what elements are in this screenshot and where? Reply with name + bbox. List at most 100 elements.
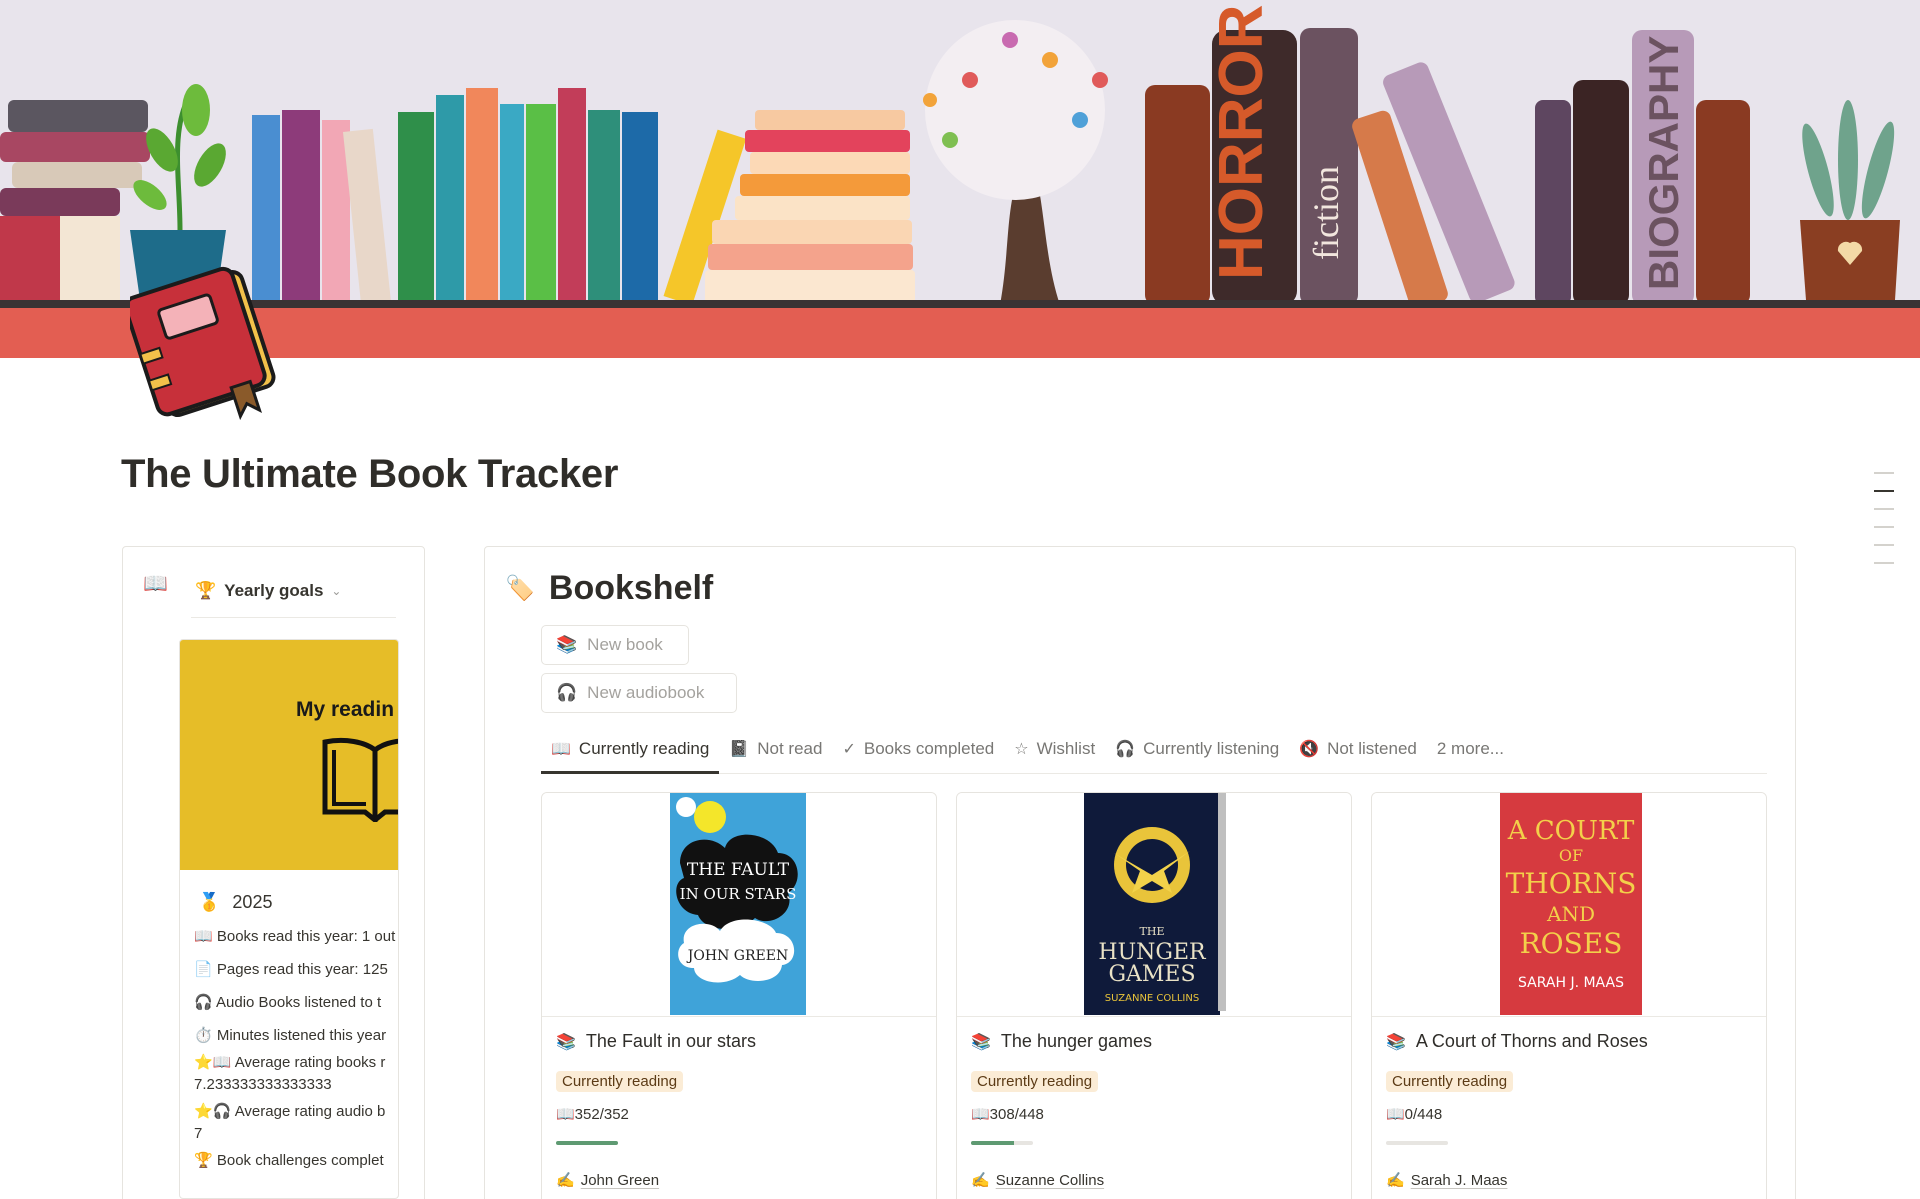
tab-currently-reading[interactable]: 📖 Currently reading (541, 724, 720, 774)
book-cover-image: A COURT OF THORNS AND ROSES SARAH J. MAA… (1500, 793, 1642, 1015)
progress-bar (556, 1141, 618, 1145)
tab-label: Wishlist (1036, 738, 1096, 758)
cover-title-line4: AND (1546, 902, 1595, 926)
tab-books-completed[interactable]: ✓ Books completed (832, 725, 1004, 773)
yearly-goals-panel: 📖 🏆 Yearly goals ⌄ My readin 🥇 2025 📖 Bo… (122, 546, 425, 1199)
trophy-icon: 🏆 (195, 581, 217, 600)
books-icon: 📚 (556, 635, 578, 654)
book-tree (923, 20, 1108, 305)
table-of-contents[interactable] (1874, 472, 1896, 580)
yearly-goals-label: Yearly goals (224, 581, 324, 600)
goal-cover-text: My readin (296, 698, 395, 721)
stat-books-read: 📖 Books read this year: 1 out (194, 928, 396, 945)
author-name[interactable]: Sarah J. Maas (1411, 1172, 1508, 1189)
tab-not-listened[interactable]: 🔇 Not listened (1289, 725, 1427, 773)
new-book-button[interactable]: 📚 New book (541, 625, 689, 665)
tab-label: Currently listening (1143, 738, 1280, 758)
book-card[interactable]: THE FAULT IN OUR STARS JOHN GREEN 📚 The … (541, 792, 937, 1199)
headphones-icon: 🎧 (556, 683, 578, 702)
pages-progress-text: 📖0/448 (1386, 1106, 1443, 1123)
book-cover-image: THE FAULT IN OUR STARS JOHN GREEN (670, 793, 806, 1015)
book-row-2: HORROR fiction BIOGRAPHY (1145, 4, 1750, 305)
book-card[interactable]: THE HUNGER GAMES SUZANNE COLLINS 📚 The h… (956, 792, 1352, 1199)
book-card[interactable]: A COURT OF THORNS AND ROSES SARAH J. MAA… (1371, 792, 1767, 1199)
plant-right (1800, 100, 1900, 300)
cover-author: SUZANNE COLLINS (1105, 993, 1199, 1004)
open-book-illustration (322, 737, 398, 822)
progress-bar (971, 1141, 1033, 1145)
books-icon: 📚 (1386, 1033, 1406, 1051)
chevron-down-icon[interactable]: ⌄ (331, 584, 341, 598)
new-audiobook-label: New audiobook (587, 683, 705, 702)
writing-hand-icon: ✍️ (556, 1172, 575, 1189)
book-title[interactable]: 📚 The Fault in our stars (556, 1031, 756, 1052)
status-badge: Currently reading (1386, 1071, 1514, 1092)
tab-not-read[interactable]: 📓 Not read (719, 725, 832, 773)
progress-fill (556, 1141, 618, 1145)
open-book-icon: 📖 (143, 573, 168, 595)
tab-label: Not read (757, 738, 823, 758)
author-name[interactable]: Suzanne Collins (996, 1172, 1104, 1189)
stat-avg-rating-books-value: 7.233333333333333 (194, 1076, 332, 1093)
cover-title-line3: THORNS (1506, 867, 1637, 900)
tab-label: Currently reading (578, 738, 710, 758)
pages-progress-text: 📖352/352 (556, 1106, 629, 1123)
progress-bar (1386, 1141, 1448, 1145)
book-cover: THE FAULT IN OUR STARS JOHN GREEN (542, 793, 936, 1017)
goal-year: 🥇 2025 (198, 892, 272, 913)
cover-title-line2: OF (1559, 846, 1583, 865)
muted-icon: 🔇 (1299, 740, 1320, 758)
book-cover: THE HUNGER GAMES SUZANNE COLLINS (957, 793, 1351, 1017)
author-name[interactable]: John Green (581, 1172, 659, 1189)
tab-currently-listening[interactable]: 🎧 Currently listening (1105, 725, 1289, 773)
cover-title-line5: ROSES (1520, 927, 1623, 960)
banner-horror: HORROR (1207, 4, 1276, 280)
new-audiobook-button[interactable]: 🎧 New audiobook (541, 673, 737, 713)
status-badge: Currently reading (971, 1071, 1099, 1092)
book-title-text: The Fault in our stars (585, 1031, 756, 1051)
tab-more[interactable]: 2 more... (1427, 725, 1514, 773)
book-stack-left (0, 100, 150, 305)
cover-title-line2: IN OUR STARS (680, 885, 797, 903)
yearly-goal-card[interactable]: My readin 🥇 2025 📖 Books read this year:… (179, 639, 399, 1199)
red-book-icon[interactable] (130, 262, 290, 427)
goal-year-label: 2025 (232, 892, 273, 912)
goal-cover: My readin (180, 640, 398, 870)
bookshelf-title: Bookshelf (548, 569, 714, 607)
stat-audiobooks: 🎧 Audio Books listened to t (194, 994, 382, 1011)
cover-author: SARAH J. MAAS (1518, 975, 1624, 991)
tag-icon: 🏷️ (505, 575, 535, 602)
stat-pages-read: 📄 Pages read this year: 125 (194, 961, 388, 978)
progress-fill (971, 1141, 1014, 1145)
divider (191, 617, 396, 618)
book-title-text: The hunger games (1000, 1031, 1153, 1051)
bookshelf-illustration: HORROR fiction BIOGRAPHY (0, 4, 1900, 305)
check-icon: ✓ (842, 740, 856, 758)
bookshelf-panel: 🏷️ Bookshelf 📚 New book 🎧 New audiobook … (484, 546, 1796, 1199)
stat-minutes: ⏱️ Minutes listened this year (194, 1027, 387, 1044)
goal-stats: 📖 Books read this year: 1 out 📄 Pages re… (194, 926, 398, 1183)
yearly-goals-tab[interactable]: 🏆 Yearly goals ⌄ (195, 581, 341, 601)
cover-author: JOHN GREEN (686, 948, 788, 964)
tab-label: Books completed (863, 738, 995, 758)
book-title[interactable]: 📚 A Court of Thorns and Roses (1386, 1031, 1648, 1052)
books-icon: 📚 (556, 1033, 576, 1051)
tab-wishlist[interactable]: ☆ Wishlist (1004, 725, 1105, 773)
book-title[interactable]: 📚 The hunger games (971, 1031, 1152, 1052)
stat-avg-rating-books-label: ⭐📖 Average rating books r (194, 1054, 386, 1071)
star-icon: ☆ (1014, 740, 1029, 758)
writing-hand-icon: ✍️ (1386, 1172, 1405, 1189)
author[interactable]: ✍️ John Green (556, 1171, 659, 1190)
tab-label: Not listened (1327, 738, 1417, 758)
writing-hand-icon: ✍️ (971, 1172, 990, 1189)
view-tabs: 📖 Currently reading 📓 Not read ✓ Books c… (541, 724, 1767, 774)
medal-icon: 🥇 (198, 892, 221, 912)
author[interactable]: ✍️ Sarah J. Maas (1386, 1171, 1508, 1190)
book-cover-image: THE HUNGER GAMES SUZANNE COLLINS (1084, 793, 1226, 1015)
headphones-icon: 🎧 (1115, 740, 1136, 758)
author[interactable]: ✍️ Suzanne Collins (971, 1171, 1104, 1190)
cover-title-line1: THE (1140, 925, 1165, 938)
book-title-text: A Court of Thorns and Roses (1415, 1031, 1648, 1051)
banner-biography: BIOGRAPHY (1640, 36, 1687, 290)
status-badge: Currently reading (556, 1071, 684, 1092)
